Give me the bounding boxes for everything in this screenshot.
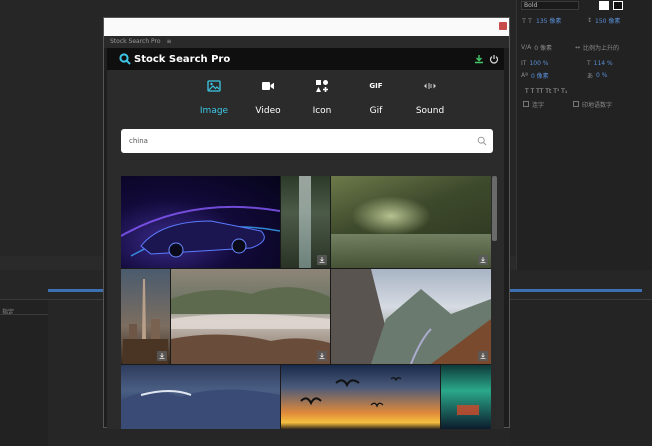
window-titlebar[interactable] <box>104 18 509 36</box>
text-style-buttons[interactable]: T T TT Tt T¹ T₁ <box>525 86 567 96</box>
download-button[interactable] <box>157 351 167 361</box>
vertical-scale-row[interactable]: IT 100 % <box>521 58 549 68</box>
tab-sound[interactable]: Sound <box>403 78 457 116</box>
stroke-color-swatch[interactable] <box>613 1 623 10</box>
search-value: china <box>129 137 148 145</box>
tab-video[interactable]: Video <box>241 78 295 116</box>
tab-icon[interactable]: Icon <box>295 78 349 116</box>
horizontal-scale-row[interactable]: T 114 % <box>587 58 613 68</box>
sound-icon <box>423 78 437 94</box>
search-input[interactable]: china <box>121 129 493 153</box>
app-header: Stock Search Pro <box>107 48 504 70</box>
tab-gif[interactable]: GIF Gif <box>349 78 403 116</box>
logo-text: Stock Search Pro <box>134 53 231 65</box>
divider <box>0 314 48 315</box>
tile-waterfall[interactable] <box>281 176 330 268</box>
tile-aurora-night[interactable] <box>441 365 491 429</box>
power-icon[interactable] <box>488 53 500 65</box>
scrollbar-thumb[interactable] <box>492 176 497 241</box>
panel-header: Stock Search Pro ≡ <box>104 36 509 48</box>
tile-forest-stream[interactable] <box>331 176 491 268</box>
download-button[interactable] <box>478 255 488 265</box>
leading-row[interactable]: ↕ 150 像素 <box>587 15 620 25</box>
gif-icon: GIF <box>369 82 383 90</box>
tile-city-tower[interactable] <box>121 269 170 364</box>
search-icon[interactable] <box>477 136 487 146</box>
tsume-row[interactable]: あ0 % <box>587 70 607 80</box>
app-content: Stock Search Pro Image Video Icon GIF Gi… <box>107 48 504 429</box>
app-logo: Stock Search Pro <box>119 53 230 65</box>
download-button[interactable] <box>317 255 327 265</box>
download-button[interactable] <box>478 351 488 361</box>
video-camera-icon <box>261 78 275 94</box>
image-icon <box>207 78 221 94</box>
tile-misty-mountains[interactable] <box>171 269 330 364</box>
tab-image[interactable]: Image <box>187 78 241 116</box>
baseline-shift-row[interactable]: Aª 0 像素 <box>521 70 549 80</box>
tab-label: Video <box>255 106 281 116</box>
tile-ocean-waves[interactable] <box>121 365 280 429</box>
font-size-row[interactable]: ＴＴ 135 像素 <box>521 15 561 25</box>
tile-sports-car[interactable] <box>121 176 280 268</box>
tab-label: Sound <box>415 106 445 116</box>
download-button[interactable] <box>317 351 327 361</box>
tab-label: Image <box>199 106 229 116</box>
ligatures-checkbox[interactable]: 连字 <box>523 99 544 109</box>
tile-birds-sunset[interactable] <box>281 365 440 429</box>
character-panel: Bold ＴＴ 135 像素 ↕ 150 像素 V/A 0 像素 ↔ 比例为上升的 IT… <box>516 0 652 270</box>
host-left-panel: 指定 <box>0 300 48 446</box>
results-scrollbar[interactable] <box>492 176 497 429</box>
tab-label: Gif <box>369 106 383 116</box>
font-style-select[interactable]: Bold <box>521 1 579 10</box>
tab-label: Icon <box>312 106 332 116</box>
media-type-tabs: Image Video Icon GIF Gif Sound <box>187 78 457 116</box>
fill-color-swatch[interactable] <box>599 1 609 10</box>
host-right-lower-panel <box>510 300 652 446</box>
panel-title: Stock Search Pro <box>110 38 161 45</box>
close-button[interactable] <box>499 22 507 30</box>
tile-alpine-valley[interactable] <box>331 269 491 364</box>
results-grid <box>121 176 491 429</box>
search-logo-icon <box>119 53 131 65</box>
hindi-digits-checkbox[interactable]: 印地语数字 <box>573 99 612 109</box>
icons-grid-icon <box>315 78 329 94</box>
kerning-row[interactable]: V/A 0 像素 <box>521 42 552 52</box>
tracking-row[interactable]: ↔ 比例为上升的 <box>575 42 619 52</box>
stock-search-window: Stock Search Pro ≡ Stock Search Pro Imag… <box>103 17 510 429</box>
download-icon[interactable] <box>473 53 485 65</box>
panel-menu-icon[interactable]: ≡ <box>166 38 171 45</box>
